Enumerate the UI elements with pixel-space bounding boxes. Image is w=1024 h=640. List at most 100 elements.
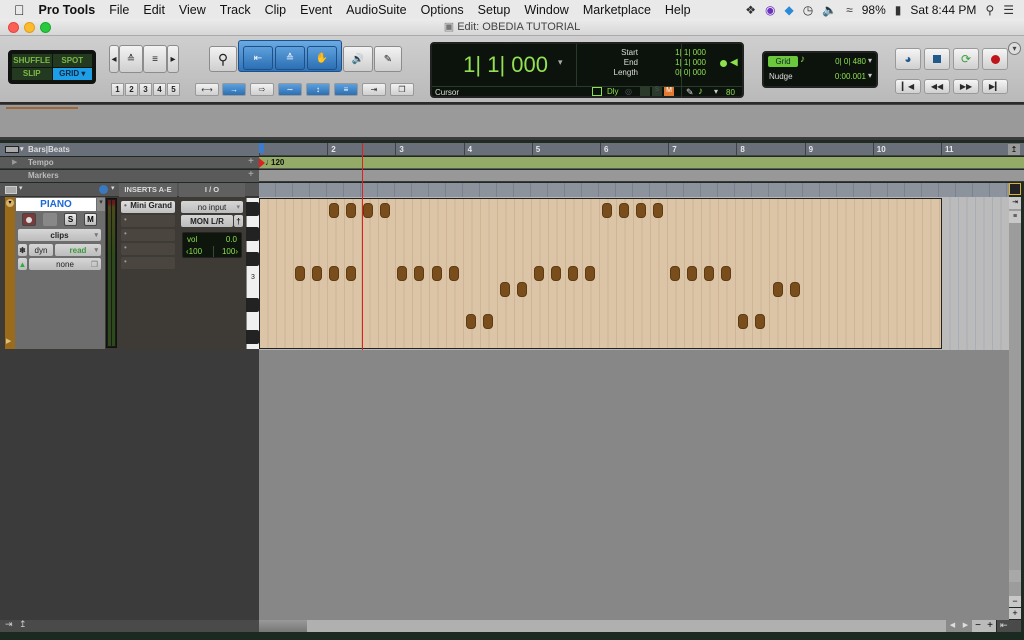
input-selector[interactable]: no input ▾ (181, 201, 243, 213)
wifi-icon[interactable]: ≈ (846, 3, 853, 17)
zoom-preset-3[interactable]: 3 (139, 83, 152, 96)
notification-center-icon[interactable]: ☰ (1003, 3, 1014, 17)
track-list-icon[interactable] (5, 186, 17, 194)
horizontal-zoom-in-button[interactable]: + (984, 620, 996, 632)
show-edit-end-icon[interactable]: ⇤ (997, 620, 1021, 632)
dly-label[interactable]: Dly (607, 87, 619, 96)
track-color-bar[interactable] (5, 197, 15, 349)
scroll-right-button[interactable]: ▶ (959, 620, 972, 632)
close-window-button[interactable] (8, 22, 19, 33)
midi-note[interactable] (482, 314, 493, 329)
counter-dropdown-icon[interactable]: ▾ (558, 57, 563, 68)
rewind-button[interactable]: ◀◀ (924, 79, 950, 94)
vertical-zoom-out-button[interactable]: − (1009, 596, 1021, 607)
countoff-icon[interactable]: ◎ (625, 87, 632, 96)
timeline-empty-area[interactable] (259, 350, 1009, 620)
menu-app-name[interactable]: Pro Tools (32, 3, 103, 17)
vol-value[interactable]: 0.0 (226, 235, 237, 244)
pre-post-roll-icon[interactable] (592, 87, 602, 96)
pan-right-value[interactable]: 100› (222, 247, 238, 256)
volume-pan-display[interactable]: vol 0.0 ‹100 100› (182, 232, 242, 258)
output-fader-icon[interactable]: † (234, 215, 243, 227)
track-list-dropdown-icon[interactable]: ▾ (19, 184, 23, 192)
end-value[interactable]: 1| 1| 000 (638, 58, 706, 68)
track-view-selector[interactable]: clips ▾ (18, 229, 101, 241)
automation-follows-edit-button[interactable]: ≡ (334, 83, 358, 96)
click-speaker-icon[interactable]: ◀ (730, 57, 738, 68)
timebase-dropdown-icon[interactable]: ▾ (111, 184, 115, 192)
meter-dropdown-icon[interactable]: ▾ (714, 87, 718, 96)
menu-marketplace[interactable]: Marketplace (576, 3, 658, 17)
menu-audiosuite[interactable]: AudioSuite (339, 3, 413, 17)
vertical-zoom-in-button[interactable]: + (1009, 608, 1021, 619)
mode-shuffle[interactable]: SHUFFLE (12, 54, 52, 67)
timebase-clock-icon[interactable] (99, 185, 108, 194)
midi-note[interactable] (721, 266, 732, 281)
mode-grid[interactable]: GRID ▾ (52, 67, 92, 80)
main-counter-value[interactable]: 1| 1| 000 (432, 44, 578, 86)
midi-note[interactable] (738, 314, 749, 329)
midi-note[interactable] (414, 266, 425, 281)
midi-note[interactable] (636, 203, 647, 218)
inserts-header[interactable]: INSERTS A-E (119, 183, 177, 197)
midi-note[interactable] (772, 282, 783, 297)
freeze-button[interactable]: ❄ (18, 244, 27, 256)
tempo-value[interactable]: 80 (726, 88, 735, 97)
conductor-pencil-icon[interactable]: ✎ (686, 87, 694, 98)
fast-forward-button[interactable]: ▶▶ (953, 79, 979, 94)
midi-note[interactable] (431, 266, 442, 281)
zoom-in-button[interactable]: ▸ (167, 45, 179, 73)
menu-file[interactable]: File (102, 3, 136, 17)
horizontal-scrollbar[interactable] (259, 620, 949, 632)
midi-note[interactable] (789, 282, 800, 297)
black-key[interactable] (246, 298, 259, 312)
mode-slip[interactable]: SLIP (12, 67, 52, 80)
track-height-icon[interactable]: ⇥ (1009, 197, 1021, 209)
midi-zoom-button[interactable]: ≡ (143, 45, 167, 73)
tempo-ruler[interactable]: ♩ 120 (259, 157, 1024, 169)
apple-menu-icon[interactable]:  (0, 2, 32, 18)
menu-options[interactable]: Options (414, 3, 471, 17)
uad-icon[interactable]: ◆ (784, 3, 793, 17)
midi-note[interactable] (687, 266, 698, 281)
toolbar-options-icon[interactable]: ▾ (1008, 42, 1021, 55)
record-button[interactable] (982, 48, 1008, 70)
horizontal-scroll-thumb[interactable] (259, 620, 307, 632)
show-hide-tracklist-icon[interactable]: ⇥ (5, 619, 13, 630)
grid-label[interactable]: Grid (768, 56, 798, 67)
s-button[interactable]: S (652, 87, 662, 96)
horizontal-zoom-out-button[interactable]: − (972, 620, 984, 632)
menu-help[interactable]: Help (658, 3, 698, 17)
insert-slot-c[interactable]: • (121, 229, 175, 241)
add-marker-icon[interactable]: + (248, 169, 254, 180)
mute-button[interactable]: M (84, 213, 97, 226)
midi-merge-button[interactable]: M (664, 87, 674, 96)
midi-note[interactable] (704, 266, 715, 281)
creative-cloud-icon[interactable]: ◉ (765, 3, 775, 17)
zoom-toggle-icon[interactable] (1009, 183, 1021, 195)
zoom-preset-1[interactable]: 1 (111, 83, 124, 96)
automation-mode-selector[interactable]: read ▾ (55, 244, 101, 256)
scroll-left-button[interactable]: ◀ (946, 620, 959, 632)
zoom-out-button[interactable]: ◂ (109, 45, 119, 73)
solo-button[interactable]: S (64, 213, 77, 226)
scroll-to-top-icon[interactable]: ↥ (1008, 144, 1020, 155)
midi-note[interactable] (465, 314, 476, 329)
nudge-dropdown-icon[interactable]: ▾ (868, 71, 872, 80)
midi-note[interactable] (346, 266, 357, 281)
zoomer-tool[interactable]: ⚲ (209, 46, 237, 72)
mode-spot[interactable]: SPOT (52, 54, 92, 67)
grabber-tool[interactable]: ✋ (307, 46, 337, 70)
length-value[interactable]: 0| 0| 000 (638, 68, 706, 78)
track-name-dropdown-icon[interactable]: ▾ (97, 198, 105, 211)
midi-note[interactable] (329, 266, 340, 281)
trim-tool[interactable]: ⇤ (243, 46, 273, 70)
midi-note[interactable] (312, 266, 323, 281)
insert-slot-b[interactable]: • (121, 215, 175, 227)
midi-note[interactable] (567, 266, 578, 281)
go-to-end-button[interactable]: ▶▎ (982, 79, 1008, 94)
midi-note[interactable] (516, 282, 527, 297)
track-upload-icon[interactable]: ↥ (19, 619, 27, 630)
menu-view[interactable]: View (172, 3, 213, 17)
grid-dropdown-icon[interactable]: ▾ (868, 56, 872, 65)
